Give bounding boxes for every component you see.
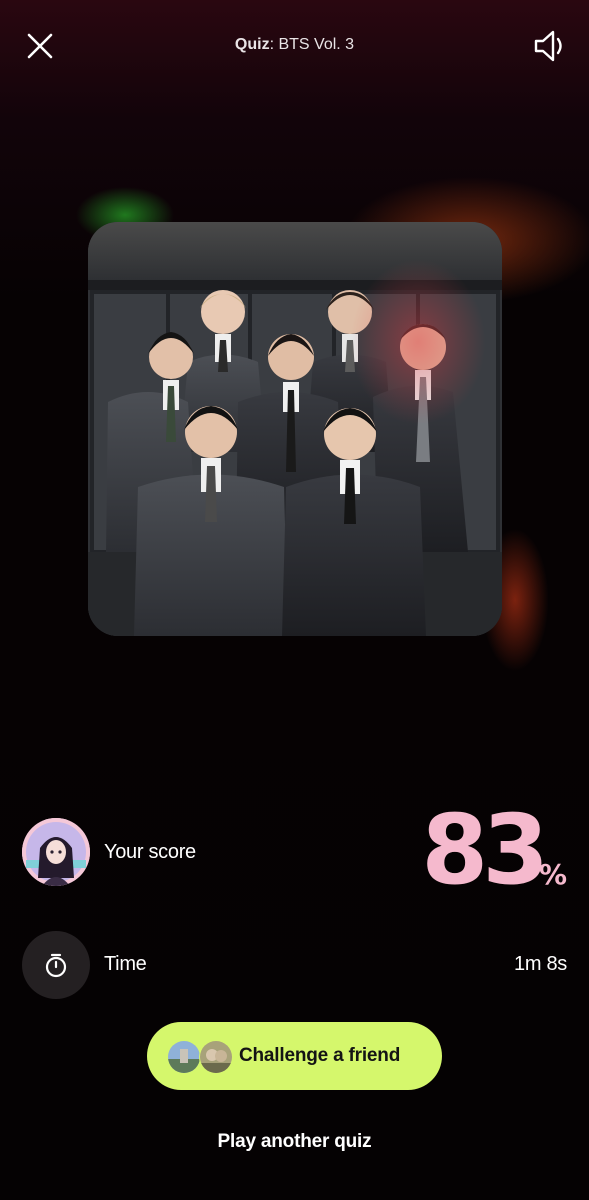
top-bar: Quiz: BTS Vol. 3 [0, 0, 589, 92]
speaker-icon [534, 30, 562, 62]
friend-photo-icon [168, 1041, 200, 1073]
score-unit: % [538, 858, 567, 891]
quiz-title-separator: : [269, 36, 275, 53]
time-label: Time [104, 953, 147, 975]
score-label: Your score [104, 841, 196, 863]
close-icon [27, 33, 53, 59]
friend-avatar-1 [167, 1040, 201, 1074]
challenge-friend-label: Challenge a friend [239, 1045, 401, 1066]
sound-button[interactable] [529, 26, 569, 66]
time-value: 1m 8s [514, 953, 567, 975]
avatar[interactable] [22, 818, 90, 886]
user-avatar-icon [22, 818, 90, 886]
stopwatch-icon [45, 953, 67, 978]
friend-photo-icon [200, 1041, 232, 1073]
close-button[interactable] [20, 26, 60, 66]
quiz-title: Quiz: BTS Vol. 3 [150, 36, 439, 54]
timer-badge [22, 931, 90, 999]
time-row: Time 1m 8s [22, 931, 567, 999]
play-another-quiz-link[interactable]: Play another quiz [0, 1131, 589, 1153]
quiz-title-prefix: Quiz [234, 36, 270, 53]
quiz-title-name: BTS Vol. 3 [278, 36, 355, 53]
friend-avatar-2 [199, 1040, 233, 1074]
challenge-friend-button[interactable]: Challenge a friend [147, 1022, 442, 1090]
album-cover [88, 222, 502, 636]
score-value: 83 [421, 794, 549, 906]
score-row: Your score 83 % [22, 802, 567, 898]
album-cover-photo [88, 222, 502, 636]
